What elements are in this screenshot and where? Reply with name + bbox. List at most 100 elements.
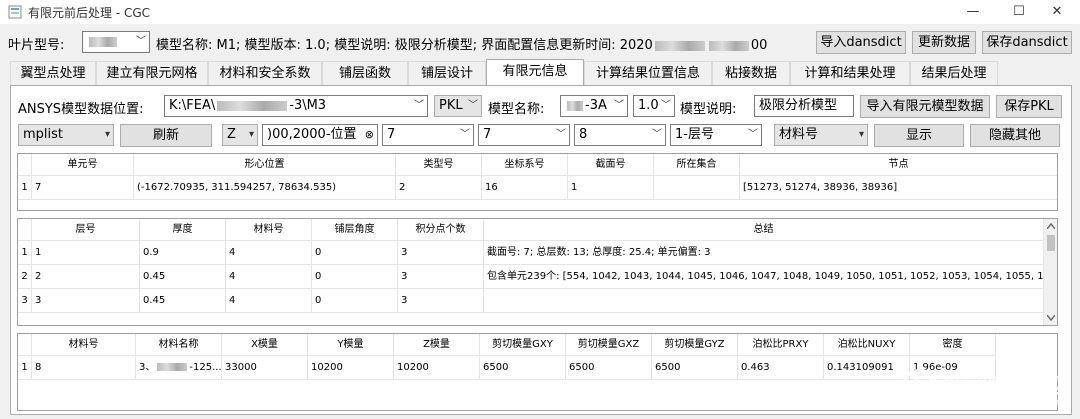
table-cell[interactable]: 2 <box>396 176 482 200</box>
table-cell[interactable]: 3 <box>32 289 140 313</box>
tab-airfoil-points[interactable]: 翼型点处理 <box>10 61 96 86</box>
table-cell[interactable]: 3 <box>398 241 484 265</box>
column-header[interactable]: 所在集合 <box>654 154 740 176</box>
row-header[interactable]: 1 <box>18 356 32 380</box>
tab-bonding-data[interactable]: 粘接数据 <box>712 61 790 86</box>
import-fe-data-button[interactable]: 导入有限元模型数据 <box>860 95 990 118</box>
column-header[interactable]: 泊松比PRXY <box>738 334 824 356</box>
axis-select[interactable]: Z ▾ <box>222 124 258 146</box>
table-cell[interactable]: 包含单元239个: [554, 1042, 1043, 1044, 1045, … <box>484 265 1044 289</box>
row-header[interactable]: 2 <box>18 265 32 289</box>
close-button[interactable]: ✕ <box>1034 0 1080 24</box>
layer-select[interactable]: 1-层号 ﹀ <box>670 124 762 146</box>
column-header[interactable]: 节点 <box>740 154 1057 176</box>
table-cell[interactable]: 0.9 <box>140 241 226 265</box>
table-cell[interactable]: 0.45 <box>140 265 226 289</box>
column-header[interactable]: 材料名称 <box>136 334 222 356</box>
model-name-select[interactable]: -3A ﹀ <box>560 95 628 117</box>
table-cell[interactable]: 1 <box>32 241 140 265</box>
table-cell[interactable]: 6500 <box>652 356 738 380</box>
select-3[interactable]: 8 ﹀ <box>574 124 666 146</box>
table-cell[interactable]: 7 <box>32 176 134 200</box>
desc-input[interactable]: 极限分析模型 <box>754 95 854 117</box>
table-cell[interactable]: 6500 <box>480 356 566 380</box>
table-cell[interactable]: 截面号: 7; 总层数: 13; 总厚度: 25.4; 单元偏置: 3 <box>484 241 1044 265</box>
column-header[interactable]: 积分点个数 <box>398 219 484 241</box>
column-header[interactable]: 厚度 <box>140 219 226 241</box>
tab-calc-results[interactable]: 计算和结果处理 <box>790 61 910 86</box>
minimize-button[interactable]: — <box>950 0 996 24</box>
tab-build-fe-mesh[interactable]: 建立有限元网格 <box>96 61 208 86</box>
scroll-down-icon[interactable] <box>1047 315 1055 321</box>
format-select[interactable]: PKL ﹀ <box>434 95 482 117</box>
table-cell[interactable]: 0.143109091 <box>824 356 910 380</box>
column-header[interactable]: 单元号 <box>32 154 134 176</box>
column-header[interactable]: 铺层角度 <box>312 219 398 241</box>
column-header[interactable]: Z模量 <box>394 334 480 356</box>
table-cell[interactable]: 2 <box>32 265 140 289</box>
column-header[interactable]: 材料号 <box>226 219 312 241</box>
table-cell[interactable]: 6500 <box>566 356 652 380</box>
table-cell[interactable]: 33000 <box>222 356 308 380</box>
scroll-thumb[interactable] <box>1047 235 1055 251</box>
scroll-up-icon[interactable] <box>1047 223 1055 229</box>
clear-icon[interactable]: ⊗ <box>365 125 374 145</box>
ansys-path-select[interactable]: K:\FEA\ -3\M3 ﹀ <box>164 95 428 117</box>
position-input[interactable]: )00,2000-位置 ⊗ <box>262 124 378 146</box>
column-header[interactable]: 剪切模量GXY <box>480 334 566 356</box>
material-select[interactable]: 材料号 ▾ <box>774 124 868 146</box>
column-header[interactable]: 材料号 <box>32 334 136 356</box>
table-cell[interactable]: 3、 -125... <box>136 356 222 380</box>
table-cell[interactable]: 1 <box>568 176 654 200</box>
table-cell[interactable]: (-1672.70935, 311.594257, 78634.535) <box>134 176 396 200</box>
table-cell[interactable]: 0.463 <box>738 356 824 380</box>
table-cell[interactable]: 0.45 <box>140 289 226 313</box>
show-button[interactable]: 显示 <box>874 124 964 147</box>
version-select[interactable]: 1.0 ﹀ <box>633 95 675 117</box>
vertical-scrollbar[interactable] <box>1043 219 1057 325</box>
table-cell[interactable]: 8 <box>32 356 136 380</box>
table-cell[interactable]: 3 <box>398 289 484 313</box>
tab-result-position[interactable]: 计算结果位置信息 <box>584 61 712 86</box>
refresh-button[interactable]: 刷新 <box>120 124 212 147</box>
column-header[interactable]: 剪切模量GYZ <box>652 334 738 356</box>
save-pkl-button[interactable]: 保存PKL <box>996 95 1062 118</box>
hide-others-button[interactable]: 隐藏其他 <box>970 124 1060 147</box>
table-cell[interactable]: 4 <box>226 289 312 313</box>
table-cell[interactable]: 4 <box>226 241 312 265</box>
save-dansdict-button[interactable]: 保存dansdict <box>982 31 1072 54</box>
table-cell[interactable]: 0 <box>312 289 398 313</box>
blade-model-select[interactable]: ﹀ <box>82 31 150 53</box>
import-dansdict-button[interactable]: 导入dansdict <box>816 31 906 54</box>
table-cell[interactable] <box>654 176 740 200</box>
tab-materials-safety[interactable]: 材料和安全系数 <box>208 61 322 86</box>
column-header[interactable]: 类型号 <box>396 154 482 176</box>
tab-fe-info[interactable]: 有限元信息 <box>486 59 584 86</box>
column-header[interactable]: 密度 <box>910 334 996 356</box>
column-header[interactable]: 坐标系号 <box>482 154 568 176</box>
row-header[interactable]: 3 <box>18 289 32 313</box>
column-header[interactable]: 剪切模量GXZ <box>566 334 652 356</box>
table-cell[interactable]: 4 <box>226 265 312 289</box>
select-2[interactable]: 7 ﹀ <box>478 124 570 146</box>
table-cell[interactable]: [51273, 51274, 38936, 38936] <box>740 176 1057 200</box>
select-1[interactable]: 7 ﹀ <box>382 124 474 146</box>
row-header[interactable]: 1 <box>18 176 32 200</box>
column-header[interactable]: 层号 <box>32 219 140 241</box>
table-cell[interactable]: 10200 <box>308 356 394 380</box>
list-select[interactable]: mplist ▾ <box>18 124 114 146</box>
tab-post-process[interactable]: 结果后处理 <box>910 61 998 86</box>
table-cell[interactable] <box>484 289 1044 313</box>
column-header[interactable]: 总结 <box>484 219 1044 241</box>
column-header[interactable]: 形心位置 <box>134 154 396 176</box>
column-header[interactable]: 截面号 <box>568 154 654 176</box>
table-cell[interactable]: 0 <box>312 241 398 265</box>
tab-layup-function[interactable]: 铺层函数 <box>322 61 408 86</box>
column-header[interactable]: Y模量 <box>308 334 394 356</box>
column-header[interactable]: X模量 <box>222 334 308 356</box>
row-header[interactable]: 1 <box>18 241 32 265</box>
table-cell[interactable]: 3 <box>398 265 484 289</box>
table-cell[interactable]: 16 <box>482 176 568 200</box>
update-data-button[interactable]: 更新数据 <box>912 31 976 54</box>
table-cell[interactable]: 0 <box>312 265 398 289</box>
